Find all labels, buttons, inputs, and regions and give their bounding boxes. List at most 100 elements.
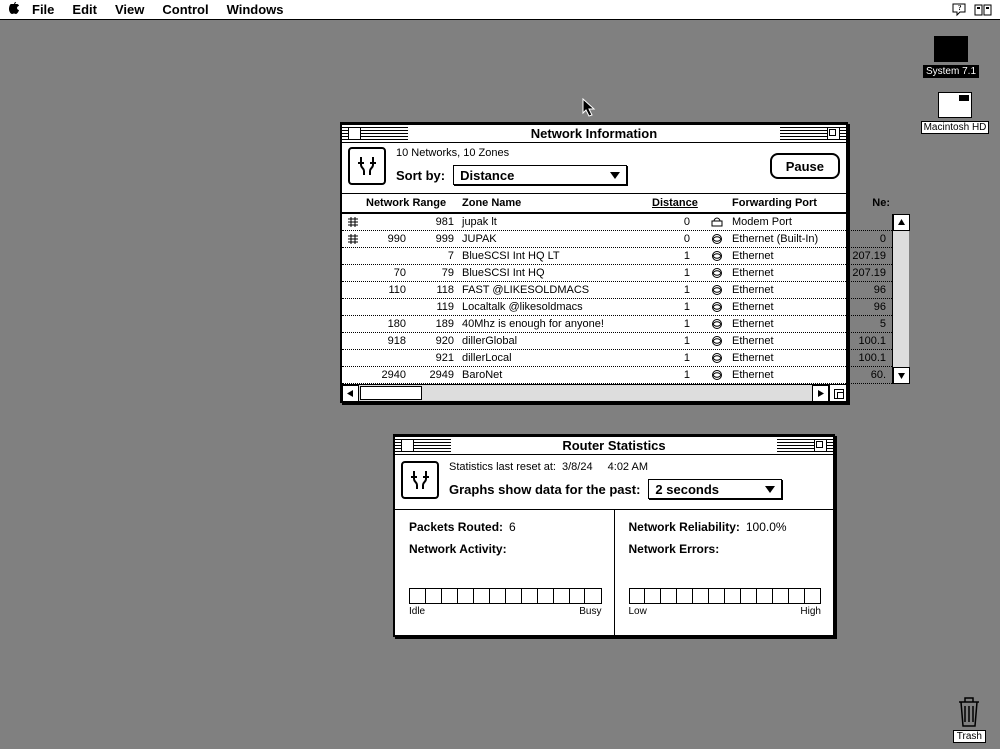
cursor-icon xyxy=(582,98,596,121)
range-start xyxy=(364,248,412,264)
port-icon xyxy=(704,333,730,349)
forwarding-port: Ethernet (Built-In) xyxy=(730,231,840,247)
vertical-scrollbar[interactable] xyxy=(892,214,909,384)
zoom-box[interactable] xyxy=(814,439,827,452)
chevron-down-icon xyxy=(610,172,620,179)
menu-edit[interactable]: Edit xyxy=(72,2,97,17)
range-end: 920 xyxy=(412,333,460,349)
chevron-down-icon xyxy=(765,486,775,493)
range-end: 118 xyxy=(412,282,460,298)
range-start: 110 xyxy=(364,282,412,298)
col-zone-name: Zone Name xyxy=(460,194,650,212)
range-start: 990 xyxy=(364,231,412,247)
network-reliability-value: 100.0% xyxy=(746,520,787,534)
gauge-low-label: Idle xyxy=(409,606,425,617)
table-row[interactable]: 18018940Mhz is enough for anyone!1Ethern… xyxy=(342,316,892,333)
router-statistics-window[interactable]: Router Statistics Statistics last reset … xyxy=(393,434,835,637)
table-row[interactable]: 7BlueSCSI Int HQ LT1Ethernet207.19 xyxy=(342,248,892,265)
network-reliability-label: Network Reliability: xyxy=(629,520,740,534)
menu-control[interactable]: Control xyxy=(162,2,208,17)
range-end: 2949 xyxy=(412,367,460,383)
disk-icon xyxy=(934,36,968,62)
row-type-icon xyxy=(342,248,364,264)
close-box[interactable] xyxy=(348,127,361,140)
scroll-right-icon[interactable] xyxy=(812,385,829,402)
port-icon xyxy=(704,367,730,383)
menubar[interactable]: File Edit View Control Windows ? xyxy=(0,0,1000,20)
table-row[interactable]: 918920dillerGlobal1Ethernet100.1 xyxy=(342,333,892,350)
table-row[interactable]: 921dillerLocal1Ethernet100.1 xyxy=(342,350,892,367)
close-box[interactable] xyxy=(401,439,414,452)
table-row[interactable]: 29402949BaroNet1Ethernet60. xyxy=(342,367,892,384)
port-icon xyxy=(704,248,730,264)
apple-menu-icon[interactable] xyxy=(8,0,20,19)
desktop-icon-hd[interactable]: Macintosh HD xyxy=(920,92,990,134)
scroll-thumb[interactable] xyxy=(360,386,422,400)
desktop-icon-system[interactable]: System 7.1 xyxy=(916,36,986,78)
stats-reset-date: 3/8/24 xyxy=(562,461,593,473)
table-row[interactable]: 981jupak lt0Modem Port xyxy=(342,214,892,231)
graphs-period-popup[interactable]: 2 seconds xyxy=(648,479,782,499)
network-activity-label: Network Activity: xyxy=(409,542,507,556)
titlebar[interactable]: Router Statistics xyxy=(395,436,833,455)
forwarding-port: Ethernet xyxy=(730,333,840,349)
zone-name: dillerLocal xyxy=(460,350,650,366)
graphs-period-value: 2 seconds xyxy=(655,482,719,497)
scroll-track[interactable] xyxy=(359,385,812,401)
scroll-track[interactable] xyxy=(893,231,909,367)
horizontal-scrollbar[interactable] xyxy=(342,384,829,401)
next-hop: 96 xyxy=(840,299,892,315)
next-hop: 100.1 xyxy=(840,350,892,366)
gauge-high-label: High xyxy=(800,606,821,617)
application-menu-icon[interactable] xyxy=(974,3,992,17)
sort-by-popup[interactable]: Distance xyxy=(453,165,627,185)
table-row[interactable]: 7079BlueSCSI Int HQ1Ethernet207.19 xyxy=(342,265,892,282)
zoom-box[interactable] xyxy=(827,127,840,140)
gauge-high-label: Busy xyxy=(579,606,601,617)
menu-file[interactable]: File xyxy=(32,2,54,17)
forwarding-port: Ethernet xyxy=(730,265,840,281)
table-header: Network Range Zone Name Distance Forward… xyxy=(342,194,846,214)
sort-by-value: Distance xyxy=(460,168,514,183)
zone-name: dillerGlobal xyxy=(460,333,650,349)
stats-reset-label: Statistics last reset at: xyxy=(449,461,556,473)
help-menu-icon[interactable]: ? xyxy=(950,3,968,17)
range-end: 119 xyxy=(412,299,460,315)
trash-icon[interactable]: Trash xyxy=(953,694,986,743)
col-next: Ne: xyxy=(840,194,892,212)
svg-text:?: ? xyxy=(958,4,962,12)
range-end: 189 xyxy=(412,316,460,332)
network-information-window[interactable]: Network Information 10 Networks, 10 Zone… xyxy=(340,122,848,403)
port-icon xyxy=(704,350,730,366)
menu-windows[interactable]: Windows xyxy=(227,2,284,17)
row-type-icon xyxy=(342,367,364,383)
port-icon xyxy=(704,265,730,281)
range-end: 981 xyxy=(412,214,460,230)
menu-view[interactable]: View xyxy=(115,2,144,17)
range-end: 79 xyxy=(412,265,460,281)
next-hop: 60. xyxy=(840,367,892,383)
range-end: 921 xyxy=(412,350,460,366)
desktop-icon-label: System 7.1 xyxy=(923,65,979,78)
table-row[interactable]: 990999JUPAK0Ethernet (Built-In)0 xyxy=(342,231,892,248)
pause-button[interactable]: Pause xyxy=(770,153,840,179)
forwarding-port: Ethernet xyxy=(730,350,840,366)
scroll-down-icon[interactable] xyxy=(893,367,910,384)
port-icon xyxy=(704,282,730,298)
table-row[interactable]: 119Localtalk @likesoldmacs1Ethernet96 xyxy=(342,299,892,316)
port-icon xyxy=(704,316,730,332)
table-row[interactable]: 110118FAST @LIKESOLDMACS1Ethernet96 xyxy=(342,282,892,299)
scroll-up-icon[interactable] xyxy=(893,214,910,231)
zone-name: jupak lt xyxy=(460,214,650,230)
range-end: 7 xyxy=(412,248,460,264)
grow-box[interactable] xyxy=(829,384,846,401)
scroll-left-icon[interactable] xyxy=(342,385,359,402)
distance: 1 xyxy=(650,282,704,298)
distance: 1 xyxy=(650,333,704,349)
distance: 1 xyxy=(650,265,704,281)
next-hop: 96 xyxy=(840,282,892,298)
titlebar[interactable]: Network Information xyxy=(342,124,846,143)
disk-icon xyxy=(938,92,972,118)
forwarding-port: Ethernet xyxy=(730,299,840,315)
range-start: 180 xyxy=(364,316,412,332)
